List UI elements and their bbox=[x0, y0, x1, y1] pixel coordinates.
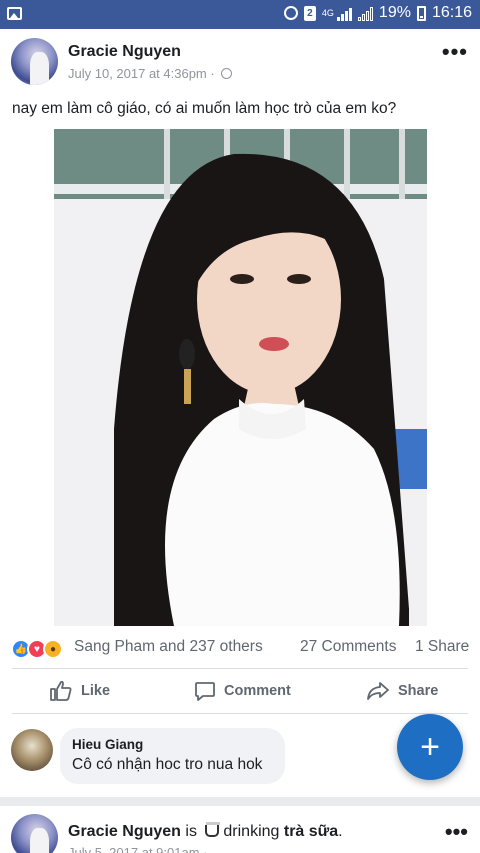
author-name[interactable]: Gracie Nguyen bbox=[68, 43, 181, 61]
post2-timestamp[interactable]: July 5, 2017 at 9:01am · bbox=[68, 845, 207, 853]
coffee-cup-icon bbox=[205, 822, 221, 837]
post2-period: . bbox=[338, 823, 343, 840]
comment-label: Comment bbox=[224, 683, 291, 699]
battery-percent: 19% bbox=[378, 4, 411, 21]
globe-icon bbox=[220, 68, 232, 79]
post-text: nay em làm cô giáo, có ai muốn làm học t… bbox=[12, 100, 397, 117]
wow-reaction-icon: ● bbox=[43, 639, 63, 659]
commenter-avatar[interactable] bbox=[11, 729, 53, 771]
reaction-icons[interactable]: 👍 ♥ ● bbox=[11, 639, 63, 659]
share-label: Share bbox=[398, 683, 439, 699]
post2-object[interactable]: trà sữa bbox=[284, 823, 338, 840]
thumbs-up-icon bbox=[50, 680, 72, 701]
post2-headline: Gracie Nguyen is drinking trà sữa. bbox=[68, 822, 343, 841]
post2-activity: drinking bbox=[223, 823, 284, 840]
gallery-icon bbox=[7, 7, 22, 20]
share-count[interactable]: 1 Share bbox=[415, 638, 469, 656]
author-avatar[interactable] bbox=[11, 38, 58, 85]
share-icon bbox=[367, 682, 389, 700]
plus-icon: + bbox=[420, 728, 440, 766]
reactions-row: 👍 ♥ ● Sang Pham and 237 others 27 Commen… bbox=[0, 630, 480, 666]
status-bar: 2 4G 19% 16:16 bbox=[0, 0, 480, 29]
clock: 16:16 bbox=[431, 4, 472, 21]
compose-fab-button[interactable]: + bbox=[397, 714, 463, 780]
post-photo[interactable] bbox=[54, 129, 427, 626]
signal-icon bbox=[336, 6, 352, 21]
battery-icon bbox=[416, 5, 426, 21]
comment-button[interactable]: Comment bbox=[194, 676, 291, 706]
more-options-icon[interactable]: ••• bbox=[445, 821, 468, 843]
reactions-summary[interactable]: Sang Pham and 237 others bbox=[74, 638, 263, 656]
author-avatar[interactable] bbox=[11, 814, 58, 853]
comment-bubble[interactable]: Hieu Giang Cô có nhận hoc tro nua hok bbox=[60, 728, 285, 784]
share-button[interactable]: Share bbox=[366, 676, 438, 706]
timestamp-text: July 10, 2017 at 4:36pm · bbox=[68, 66, 215, 81]
sim-indicator: 2 bbox=[303, 5, 316, 21]
like-button[interactable]: Like bbox=[49, 676, 110, 706]
post2-is: is bbox=[180, 823, 202, 840]
comment-count[interactable]: 27 Comments bbox=[300, 638, 396, 656]
comment-icon bbox=[195, 682, 215, 701]
feed-separator bbox=[0, 797, 480, 806]
signal-2-icon bbox=[357, 6, 373, 21]
divider bbox=[12, 668, 468, 669]
post2-author[interactable]: Gracie Nguyen bbox=[68, 823, 181, 840]
post-header: Gracie Nguyen July 10, 2017 at 4:36pm · … bbox=[0, 29, 480, 99]
divider bbox=[12, 713, 468, 714]
action-bar: Like Comment Share bbox=[0, 670, 480, 712]
commenter-name[interactable]: Hieu Giang bbox=[72, 737, 273, 752]
more-options-icon[interactable]: ••• bbox=[442, 41, 468, 63]
comment-text: Cô có nhận hoc tro nua hok bbox=[72, 756, 263, 773]
like-label: Like bbox=[81, 683, 111, 699]
post-timestamp[interactable]: July 10, 2017 at 4:36pm · bbox=[68, 66, 232, 81]
network-type: 4G bbox=[321, 7, 334, 18]
alarm-icon bbox=[283, 6, 298, 20]
